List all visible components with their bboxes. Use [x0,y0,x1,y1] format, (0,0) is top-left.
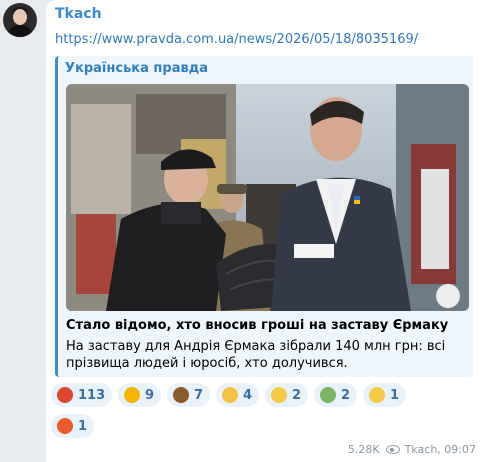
pile-of-poo-icon [173,387,189,403]
reaction-count: 2 [292,387,302,403]
reaction-angry[interactable]: 1 [51,414,94,438]
article-link[interactable]: https://www.pravda.com.ua/news/2026/05/1… [55,32,418,47]
author-time: Tkach, 09:07 [404,443,476,456]
message-bubble: Tkach https://www.pravda.com.ua/news/202… [46,0,488,462]
sender-avatar[interactable] [3,3,37,37]
enraged-face-icon [57,387,73,403]
reaction-nauseated[interactable]: 2 [314,383,357,407]
reaction-count: 1 [78,418,88,434]
reaction-count: 2 [341,387,351,403]
preview-site-name: Українська правда [65,61,208,76]
preview-photo-illustration [66,84,469,311]
reaction-grin[interactable]: 2 [265,383,308,407]
thumbs-up-icon [124,387,140,403]
reaction-count: 1 [390,387,400,403]
reaction-thinking[interactable]: 1 [363,383,406,407]
avatar-face [13,9,27,25]
clapping-hands-icon [222,387,238,403]
nauseated-face-icon [320,387,336,403]
avatar-body [7,25,33,37]
message-meta: 5.28K Tkach, 09:07 [348,443,476,456]
reaction-enraged[interactable]: 113 [51,383,112,407]
angry-face-icon [57,418,73,434]
eye-icon [385,445,400,454]
thinking-face-icon [369,387,385,403]
reaction-count: 113 [78,387,106,403]
grinning-face-icon [271,387,287,403]
sender-name[interactable]: Tkach [55,6,102,22]
reaction-count: 7 [194,387,204,403]
reaction-count: 4 [243,387,253,403]
reaction-thumbs-up[interactable]: 9 [118,383,161,407]
reaction-poo[interactable]: 7 [167,383,210,407]
view-count: 5.28K [347,443,380,456]
preview-photo[interactable] [66,84,469,311]
reaction-clap[interactable]: 4 [216,383,259,407]
reaction-count: 9 [145,387,155,403]
preview-description: На заставу для Андрія Єрмака зібрали 140… [66,339,446,371]
preview-title: Стало відомо, хто вносив гроші на застав… [66,318,449,333]
link-preview[interactable]: Українська правда Стало відомо, хто внос… [55,56,473,377]
